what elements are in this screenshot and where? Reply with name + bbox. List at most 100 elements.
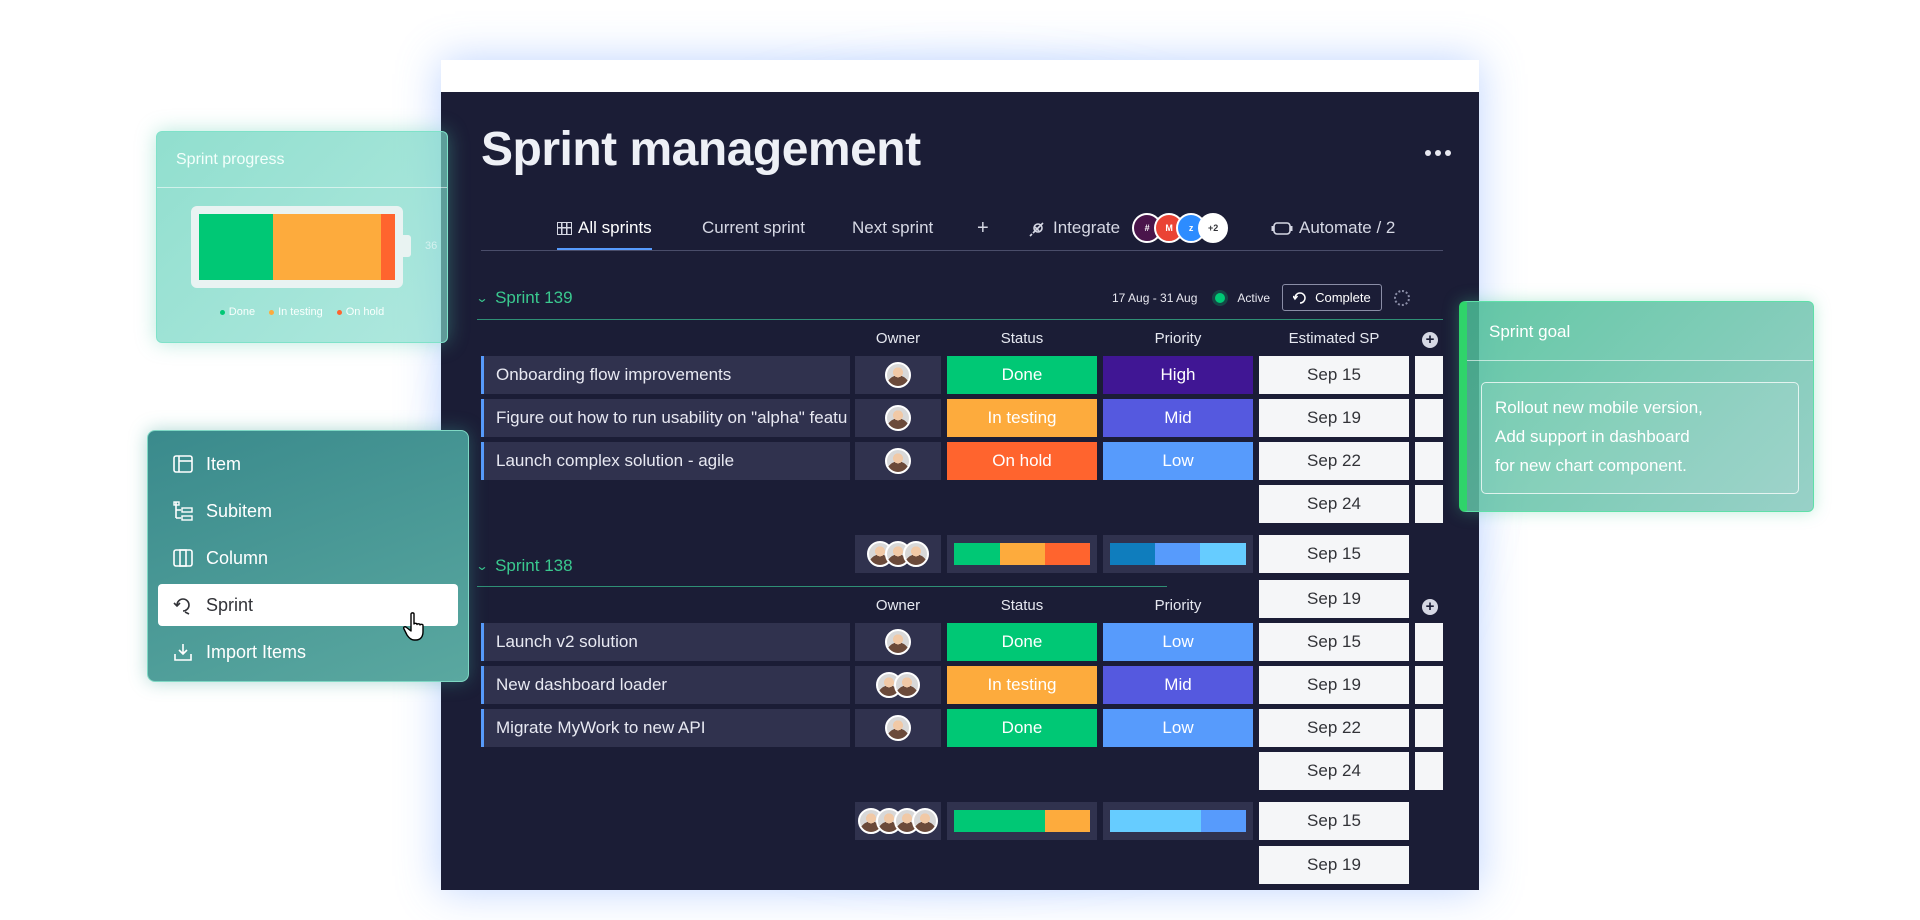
column-header-estimated-sp[interactable]: Estimated SP bbox=[1259, 330, 1409, 347]
widget-divider bbox=[1467, 360, 1813, 361]
group-divider bbox=[477, 319, 1443, 320]
priority-summary bbox=[1103, 535, 1253, 573]
sprint-meta: 17 Aug - 31 Aug Active Complete bbox=[1112, 284, 1410, 311]
integration-logos: # M z +2 bbox=[1132, 213, 1229, 243]
goal-line: Rollout new mobile version, bbox=[1495, 398, 1703, 417]
date-cell[interactable]: Sep 22 bbox=[1259, 709, 1409, 747]
date-cell[interactable]: Sep 24 bbox=[1259, 752, 1409, 790]
date-cell[interactable]: Sep 19 bbox=[1259, 399, 1409, 437]
plug-icon bbox=[1029, 222, 1044, 237]
column-icon bbox=[172, 548, 194, 568]
menu-item-subitem[interactable]: Subitem bbox=[158, 490, 458, 532]
add-view-button[interactable]: + bbox=[977, 208, 989, 248]
empty-cell[interactable] bbox=[1415, 709, 1443, 747]
date-cell[interactable]: Sep 22 bbox=[1259, 442, 1409, 480]
column-header-priority[interactable]: Priority bbox=[1103, 597, 1253, 614]
avatar bbox=[894, 672, 920, 698]
subitem-icon bbox=[172, 501, 194, 521]
sprint-138-group-toggle[interactable]: ⌄ Sprint 138 bbox=[475, 556, 572, 576]
empty-cell[interactable] bbox=[1415, 752, 1443, 790]
date-cell[interactable]: Sep 19 bbox=[1259, 846, 1409, 884]
gear-icon[interactable] bbox=[1393, 289, 1410, 306]
more-integrations-count: +2 bbox=[1198, 213, 1229, 243]
empty-cell[interactable] bbox=[1415, 485, 1443, 523]
date-cell[interactable]: Sep 24 bbox=[1259, 485, 1409, 523]
date-cell[interactable]: Sep 15 bbox=[1259, 623, 1409, 661]
sprint-progress-widget: Sprint progress 36 Done In testing On ho… bbox=[156, 131, 448, 343]
status-label[interactable]: Done bbox=[947, 356, 1097, 394]
robot-icon bbox=[1271, 222, 1293, 235]
owner-summary bbox=[855, 802, 941, 840]
priority-label[interactable]: High bbox=[1103, 356, 1253, 394]
column-header-priority[interactable]: Priority bbox=[1103, 330, 1253, 347]
column-header-status[interactable]: Status bbox=[947, 597, 1097, 614]
board-top-strip bbox=[441, 60, 1479, 92]
priority-label[interactable]: Low bbox=[1103, 442, 1253, 480]
status-label[interactable]: Done bbox=[947, 709, 1097, 747]
owner-cell[interactable] bbox=[855, 442, 941, 480]
owner-cell[interactable] bbox=[855, 623, 941, 661]
battery-fill bbox=[199, 214, 395, 280]
item-name[interactable]: Launch complex solution - agile bbox=[481, 442, 850, 480]
date-cell[interactable]: Sep 19 bbox=[1259, 580, 1409, 618]
date-cell[interactable]: Sep 19 bbox=[1259, 666, 1409, 704]
goal-line: for new chart component. bbox=[1495, 456, 1687, 475]
status-label[interactable]: In testing bbox=[947, 666, 1097, 704]
view-tabs: All sprints Current sprint Next sprint +… bbox=[481, 208, 1443, 251]
item-name[interactable]: Launch v2 solution bbox=[481, 623, 850, 661]
sprint-139-group-toggle[interactable]: ⌄ Sprint 139 bbox=[475, 288, 573, 308]
empty-cell[interactable] bbox=[1415, 399, 1443, 437]
status-summary-bar bbox=[954, 543, 1090, 565]
owner-cell[interactable] bbox=[855, 709, 941, 747]
item-name[interactable]: New dashboard loader bbox=[481, 666, 850, 704]
sprint-date-range: 17 Aug - 31 Aug bbox=[1112, 290, 1198, 305]
menu-item-column[interactable]: Column bbox=[158, 537, 458, 579]
status-label[interactable]: In testing bbox=[947, 399, 1097, 437]
automate-button[interactable]: Automate / 2 bbox=[1271, 208, 1395, 248]
battery-chart bbox=[191, 206, 403, 288]
active-status-dot bbox=[1215, 292, 1226, 303]
import-icon bbox=[172, 642, 194, 662]
group-title: Sprint 139 bbox=[495, 288, 573, 307]
priority-label[interactable]: Low bbox=[1103, 709, 1253, 747]
add-column-button[interactable]: + bbox=[1422, 599, 1438, 615]
item-name[interactable]: Migrate MyWork to new API bbox=[481, 709, 850, 747]
date-cell[interactable]: Sep 15 bbox=[1259, 535, 1409, 573]
avatar bbox=[885, 405, 911, 431]
priority-label[interactable]: Low bbox=[1103, 623, 1253, 661]
status-label[interactable]: On hold bbox=[947, 442, 1097, 480]
tab-all-sprints[interactable]: All sprints bbox=[557, 208, 652, 250]
empty-cell[interactable] bbox=[1415, 356, 1443, 394]
owner-cell[interactable] bbox=[855, 356, 941, 394]
add-menu: Item Subitem Column Sprint Import Items bbox=[147, 430, 469, 682]
menu-item-label: Column bbox=[206, 547, 269, 568]
priority-label[interactable]: Mid bbox=[1103, 399, 1253, 437]
table-icon bbox=[557, 221, 572, 235]
date-cell[interactable]: Sep 15 bbox=[1259, 356, 1409, 394]
item-name[interactable]: Figure out how to run usability on "alph… bbox=[481, 399, 850, 437]
owner-cell[interactable] bbox=[855, 666, 941, 704]
more-options-icon[interactable] bbox=[1425, 150, 1451, 156]
tab-current-sprint[interactable]: Current sprint bbox=[702, 208, 805, 248]
empty-cell[interactable] bbox=[1415, 623, 1443, 661]
tab-label: Next sprint bbox=[852, 218, 934, 237]
complete-sprint-button[interactable]: Complete bbox=[1282, 284, 1382, 311]
avatar bbox=[903, 541, 929, 567]
priority-label[interactable]: Mid bbox=[1103, 666, 1253, 704]
sprint-goal-textarea[interactable]: Rollout new mobile version, Add support … bbox=[1481, 382, 1799, 494]
empty-cell[interactable] bbox=[1415, 442, 1443, 480]
add-column-button[interactable]: + bbox=[1422, 332, 1438, 348]
empty-cell[interactable] bbox=[1415, 666, 1443, 704]
column-header-owner[interactable]: Owner bbox=[855, 330, 941, 347]
tab-next-sprint[interactable]: Next sprint bbox=[852, 208, 933, 248]
item-name[interactable]: Onboarding flow improvements bbox=[481, 356, 850, 394]
column-header-status[interactable]: Status bbox=[947, 330, 1097, 347]
owner-cell[interactable] bbox=[855, 399, 941, 437]
integrate-button[interactable]: Integrate # M z +2 bbox=[1029, 208, 1229, 248]
date-cell[interactable]: Sep 15 bbox=[1259, 802, 1409, 840]
status-label[interactable]: Done bbox=[947, 623, 1097, 661]
column-header-owner[interactable]: Owner bbox=[855, 597, 941, 614]
battery-segment bbox=[381, 214, 395, 280]
chevron-down-icon: ⌄ bbox=[475, 559, 489, 573]
menu-item-item[interactable]: Item bbox=[158, 443, 458, 485]
